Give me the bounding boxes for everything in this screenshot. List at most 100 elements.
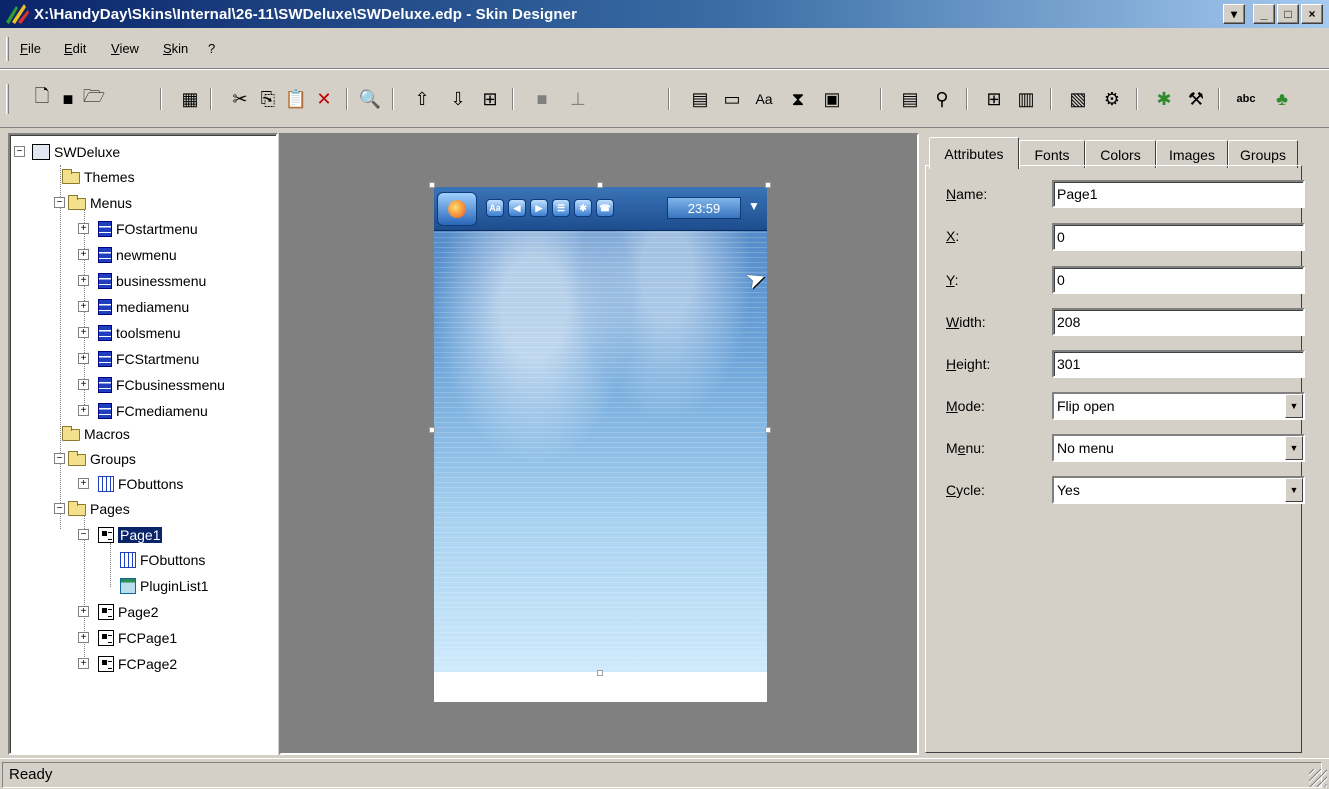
expand-icon[interactable]: + [78,249,89,260]
menu-edit[interactable]: Edit [64,41,86,56]
skin-tree[interactable]: − SWDeluxe Themes − Menus + FOstartmenu … [8,133,278,755]
spell-check-icon[interactable]: abc [1234,87,1258,111]
align-icon[interactable]: ⊥ [566,87,590,111]
list-button[interactable]: ☰ [552,199,570,217]
expand-icon[interactable]: + [78,379,89,390]
width-field[interactable] [1052,308,1305,336]
menu-skin[interactable]: Skin [163,41,188,56]
tree-item-pages[interactable]: − Pages [54,498,130,520]
menu-help[interactable]: ? [208,41,215,56]
move-down-icon[interactable]: ⇩ [446,87,470,111]
tree-item-themes[interactable]: Themes [62,166,135,188]
tree-item-menu[interactable]: + FCmediamenu [78,400,208,422]
tree-item-page[interactable]: + FCPage2 [78,653,177,675]
collapse-icon[interactable]: − [78,529,89,540]
height-field[interactable] [1052,350,1305,378]
add-font-icon[interactable]: Aa [752,87,776,111]
resize-handle[interactable] [597,182,603,188]
menu-select[interactable]: No menu ▼ [1052,434,1305,462]
resize-handle[interactable] [765,182,771,188]
tab-attributes[interactable]: Attributes [929,137,1019,169]
tree-item-macros[interactable]: Macros [62,423,130,445]
move-up-icon[interactable]: ⇧ [410,87,434,111]
name-field[interactable] [1052,180,1305,208]
expand-icon[interactable]: + [78,405,89,416]
tree-item-group[interactable]: + FObuttons [78,473,183,495]
mdi-restore-button[interactable]: ▾ [1223,4,1245,24]
open-folder-icon[interactable]: 🗁 [82,86,106,111]
page-preview[interactable]: Aa ◀ ▶ ☰ ✱ ☎ 23:59 ▼ [434,187,767,702]
prev-button[interactable]: ◀ [508,199,526,217]
expand-icon[interactable]: + [78,353,89,364]
bluetooth-button[interactable]: ✱ [574,199,592,217]
fill-icon[interactable]: ■ [530,87,554,111]
resize-handle[interactable] [429,182,435,188]
expand-icon[interactable]: + [78,223,89,234]
collapse-icon[interactable]: − [54,197,65,208]
tree-item-page[interactable]: + FCPage1 [78,627,177,649]
tab-fonts[interactable]: Fonts [1019,140,1085,168]
collapse-icon[interactable]: − [54,453,65,464]
tree-item-menu[interactable]: + FOstartmenu [78,218,198,240]
dropdown-icon[interactable]: ▼ [746,199,762,217]
calculator-icon[interactable]: ▦ [178,87,202,111]
cut-icon[interactable]: ✂ [228,87,252,111]
x-field[interactable] [1052,223,1305,251]
design-canvas[interactable]: Aa ◀ ▶ ☰ ✱ ☎ 23:59 ▼ ➤ [279,133,919,755]
tab-colors[interactable]: Colors [1085,140,1156,168]
tree-item-page[interactable]: + Page2 [78,601,158,623]
tree-item-menus[interactable]: − Menus [54,192,132,214]
dropdown-arrow-icon[interactable]: ▼ [1285,394,1303,418]
next-button[interactable]: ▶ [530,199,548,217]
tree-item-menu[interactable]: + newmenu [78,244,177,266]
expand-icon[interactable]: + [78,275,89,286]
y-field[interactable] [1052,266,1305,294]
tree-item-pluginlist[interactable]: PluginList1 [120,575,209,597]
tree-item-menu[interactable]: + FCbusinessmenu [78,374,225,396]
add-item-icon[interactable]: ▤ [898,87,922,111]
toolbar-grip[interactable] [6,84,9,114]
add-list-icon[interactable]: ▥ [1014,87,1038,111]
expand-icon[interactable]: + [78,658,89,669]
add-group-icon[interactable]: ⊞ [982,87,1006,111]
add-folder-icon[interactable]: ▭ [720,87,744,111]
add-picture-icon[interactable]: ▧ [1066,87,1090,111]
phone-button[interactable]: ☎ [596,199,614,217]
paste-icon[interactable]: 📋 [284,87,308,111]
add-effect-icon[interactable]: ⚙ [1100,87,1124,111]
tree-item-groups[interactable]: − Groups [54,448,136,470]
menu-grip[interactable] [6,37,9,61]
save-icon[interactable]: ■ [56,87,80,111]
close-button[interactable]: × [1301,4,1323,24]
tree-item-menu[interactable]: + FCStartmenu [78,348,199,370]
tree-item-page1[interactable]: − Page1 [78,524,163,546]
tree-item-menu[interactable]: + mediamenu [78,296,189,318]
delete-icon[interactable]: ✕ [312,87,336,111]
tree-item-menu[interactable]: + businessmenu [78,270,206,292]
tree-root[interactable]: − SWDeluxe [14,141,120,163]
menu-file[interactable]: File [20,41,41,56]
new-file-icon[interactable]: 🗋 [30,86,54,111]
maximize-button[interactable]: □ [1277,4,1299,24]
start-button[interactable] [437,192,477,226]
size-grip-icon[interactable] [1309,769,1327,787]
add-star-icon[interactable]: ✱ [1152,87,1176,111]
dropdown-arrow-icon[interactable]: ▼ [1285,478,1303,502]
resize-handle[interactable] [765,427,771,433]
zoom-icon[interactable]: 🔍 [358,87,382,111]
expand-icon[interactable]: + [78,478,89,489]
minimize-button[interactable]: _ [1253,4,1275,24]
font-button[interactable]: Aa [486,199,504,217]
resize-handle[interactable] [597,670,603,676]
copy-icon[interactable]: ⎘ [256,87,280,111]
add-page-icon[interactable]: ▤ [688,87,712,111]
menu-view[interactable]: View [111,41,139,56]
add-image-icon[interactable]: ▣ [820,87,844,111]
mode-select[interactable]: Flip open ▼ [1052,392,1305,420]
add-link-icon[interactable]: ⚲ [930,87,954,111]
expand-icon[interactable]: + [78,301,89,312]
expand-icon[interactable]: + [78,632,89,643]
add-tools-icon[interactable]: ⚒ [1184,87,1208,111]
plant-icon[interactable]: ♣ [1270,87,1294,111]
collapse-icon[interactable]: − [54,503,65,514]
